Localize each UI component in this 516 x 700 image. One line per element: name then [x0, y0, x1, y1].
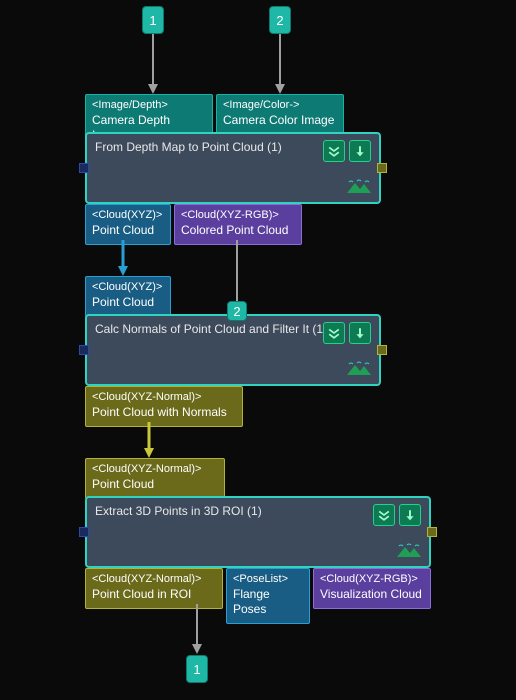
expand-button[interactable]	[323, 322, 345, 344]
expand-button[interactable]	[323, 140, 345, 162]
port-camera-color[interactable]: <Image/Color-> Camera Color Image	[216, 94, 344, 135]
preview-icon	[397, 541, 421, 560]
terminal-label: 1	[193, 662, 200, 677]
port-visualization-cloud[interactable]: <Cloud(XYZ-RGB)> Visualization Cloud	[313, 568, 431, 609]
port-name: Flange Poses	[233, 587, 303, 617]
node-from-depth-to-pointcloud[interactable]: From Depth Map to Point Cloud (1)	[85, 132, 381, 204]
node-title: From Depth Map to Point Cloud (1)	[95, 140, 282, 154]
port-anchor-right[interactable]	[427, 527, 437, 537]
port-type: <PoseList>	[233, 573, 303, 587]
input-terminal-2[interactable]: 2	[269, 6, 291, 34]
node-extract-3d-roi[interactable]: Extract 3D Points in 3D ROI (1)	[85, 496, 431, 568]
input-terminal-1[interactable]: 1	[142, 6, 164, 34]
terminal-label: 1	[149, 13, 156, 28]
node-calc-normals[interactable]: Calc Normals of Point Cloud and Filter I…	[85, 314, 381, 386]
port-type: <Cloud(XYZ-Normal)>	[92, 573, 216, 587]
port-pointcloud-normals[interactable]: <Cloud(XYZ-Normal)> Point Cloud with Nor…	[85, 386, 243, 427]
port-name: Colored Point Cloud	[181, 223, 295, 238]
port-type: <Cloud(XYZ)>	[92, 281, 164, 295]
port-type: <Cloud(XYZ-RGB)>	[181, 209, 295, 223]
node-title: Extract 3D Points in 3D ROI (1)	[95, 504, 262, 518]
output-terminal-1[interactable]: 1	[186, 655, 208, 683]
port-type: <Cloud(XYZ-Normal)>	[92, 463, 218, 477]
port-pointcloud-roi[interactable]: <Cloud(XYZ-Normal)> Point Cloud in ROI	[85, 568, 223, 609]
port-pointcloud-normals-in[interactable]: <Cloud(XYZ-Normal)> Point Cloud	[85, 458, 225, 499]
port-type: <Cloud(XYZ-RGB)>	[320, 573, 424, 587]
badge-label: 2	[233, 304, 240, 319]
port-anchor-right[interactable]	[377, 163, 387, 173]
port-pointcloud-xyz[interactable]: <Cloud(XYZ)> Point Cloud	[85, 204, 171, 245]
port-anchor-left[interactable]	[79, 345, 89, 355]
run-button[interactable]	[349, 322, 371, 344]
node-title: Calc Normals of Point Cloud and Filter I…	[95, 322, 327, 336]
port-type: <Image/Color->	[223, 99, 337, 113]
port-name: Point Cloud in ROI	[92, 587, 216, 602]
run-button[interactable]	[399, 504, 421, 526]
preview-icon	[347, 359, 371, 378]
expand-button[interactable]	[373, 504, 395, 526]
port-name: Point Cloud with Normals	[92, 405, 236, 420]
port-type: <Cloud(XYZ)>	[92, 209, 164, 223]
port-flange-poses[interactable]: <PoseList> Flange Poses	[226, 568, 310, 624]
port-anchor-left[interactable]	[79, 527, 89, 537]
port-anchor-right[interactable]	[377, 345, 387, 355]
port-pointcloud-xyz-in[interactable]: <Cloud(XYZ)> Point Cloud	[85, 276, 171, 317]
node-badge: 2	[227, 301, 247, 321]
port-type: <Image/Depth>	[92, 99, 206, 113]
port-name: Point Cloud	[92, 223, 164, 238]
port-anchor-left[interactable]	[79, 163, 89, 173]
node-graph-canvas[interactable]: 1 2 <Image/Depth> Camera Depth Image <Im…	[0, 0, 516, 700]
port-colored-pointcloud[interactable]: <Cloud(XYZ-RGB)> Colored Point Cloud	[174, 204, 302, 245]
port-type: <Cloud(XYZ-Normal)>	[92, 391, 236, 405]
preview-icon	[347, 177, 371, 196]
port-name: Point Cloud	[92, 477, 218, 492]
port-name: Point Cloud	[92, 295, 164, 310]
terminal-label: 2	[276, 13, 283, 28]
port-name: Camera Color Image	[223, 113, 337, 128]
port-name: Visualization Cloud	[320, 587, 424, 602]
run-button[interactable]	[349, 140, 371, 162]
